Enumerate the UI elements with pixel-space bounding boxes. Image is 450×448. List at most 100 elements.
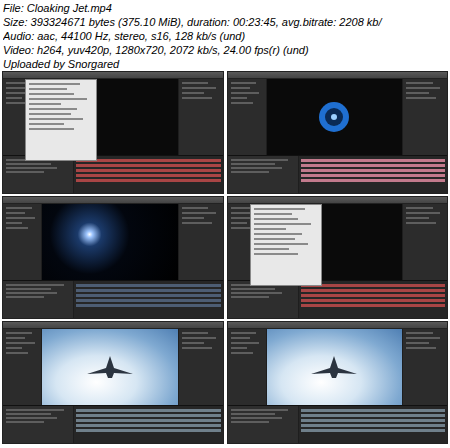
panel-line bbox=[406, 87, 440, 89]
track-bar bbox=[301, 284, 446, 287]
panel-line bbox=[6, 97, 22, 99]
panel-line bbox=[231, 347, 247, 349]
layer-line bbox=[231, 417, 282, 419]
menu-line bbox=[254, 238, 296, 240]
effects-panel bbox=[179, 204, 223, 280]
layer-line bbox=[231, 292, 282, 294]
track-bar bbox=[76, 409, 221, 412]
panel-line bbox=[231, 102, 253, 104]
layer-line bbox=[6, 413, 51, 415]
menu-line bbox=[254, 248, 289, 250]
workspace bbox=[228, 329, 448, 405]
info-line: Size: 393324671 bytes (375.10 MiB), dura… bbox=[3, 15, 447, 29]
menu-line bbox=[254, 218, 299, 220]
menu-line bbox=[29, 118, 83, 120]
panel-line bbox=[182, 207, 209, 209]
effects-panel bbox=[179, 79, 223, 155]
info-line: File: Cloaking Jet.mp4 bbox=[3, 1, 447, 15]
panel-line bbox=[182, 217, 205, 219]
layer-line bbox=[6, 409, 64, 411]
panel-line bbox=[406, 217, 429, 219]
workspace bbox=[3, 204, 223, 280]
panel-line bbox=[231, 212, 250, 214]
panel-line bbox=[231, 337, 250, 339]
layer-line bbox=[231, 171, 269, 173]
file-info: File: Cloaking Jet.mp4Size: 393324671 by… bbox=[0, 0, 450, 71]
track-bar bbox=[76, 294, 221, 297]
tracks bbox=[299, 281, 448, 318]
menu-line bbox=[254, 233, 302, 235]
panel-line bbox=[406, 212, 440, 214]
composition-viewer bbox=[42, 204, 178, 280]
menu-line bbox=[29, 93, 74, 95]
menu-line bbox=[29, 83, 80, 85]
menu-bar bbox=[228, 197, 448, 204]
panel-line bbox=[6, 352, 28, 354]
layer-list bbox=[3, 281, 73, 318]
track-bar bbox=[301, 169, 446, 172]
project-panel bbox=[3, 329, 41, 405]
layer-line bbox=[6, 417, 57, 419]
layer-line bbox=[231, 163, 276, 165]
track-bar bbox=[301, 409, 446, 412]
track-bar bbox=[76, 289, 221, 292]
jet-icon bbox=[85, 354, 135, 380]
layer-line bbox=[231, 413, 276, 415]
workspace bbox=[3, 329, 223, 405]
track-bar bbox=[76, 169, 221, 172]
panel-line bbox=[406, 92, 429, 94]
panel-line bbox=[6, 87, 25, 89]
dropdown-menu bbox=[25, 79, 97, 161]
track-bar bbox=[301, 414, 446, 417]
panel-line bbox=[406, 207, 433, 209]
panel-line bbox=[182, 97, 212, 99]
track-bar bbox=[76, 174, 221, 177]
panel-line bbox=[6, 337, 25, 339]
panel-line bbox=[6, 332, 32, 334]
track-bar bbox=[76, 414, 221, 417]
project-panel bbox=[228, 329, 266, 405]
track-bar bbox=[301, 429, 446, 432]
video-frame bbox=[2, 71, 224, 194]
track-bar bbox=[301, 424, 446, 427]
video-frame bbox=[227, 71, 449, 194]
layer-line bbox=[6, 288, 51, 290]
panel-line bbox=[231, 352, 253, 354]
menu-line bbox=[254, 208, 305, 210]
track-bar bbox=[301, 294, 446, 297]
track-bar bbox=[301, 159, 446, 162]
frame-grid bbox=[0, 71, 450, 444]
panel-line bbox=[182, 222, 212, 224]
track-bar bbox=[301, 179, 446, 182]
layer-list bbox=[228, 156, 298, 193]
track-bar bbox=[76, 164, 221, 167]
tracks bbox=[74, 156, 223, 193]
menu-line bbox=[254, 243, 308, 245]
contact-sheet: File: Cloaking Jet.mp4Size: 393324671 by… bbox=[0, 0, 450, 448]
menu-line bbox=[254, 213, 292, 215]
panel-line bbox=[182, 92, 205, 94]
track-bar bbox=[76, 429, 221, 432]
track-bar bbox=[301, 304, 446, 307]
tracks bbox=[74, 281, 223, 318]
composition-viewer bbox=[267, 79, 403, 155]
effects-panel bbox=[179, 329, 223, 405]
menu-line bbox=[254, 228, 286, 230]
panel-line bbox=[182, 87, 216, 89]
panel-line bbox=[406, 332, 433, 334]
panel-line bbox=[231, 332, 257, 334]
track-bar bbox=[76, 179, 221, 182]
effects-panel bbox=[403, 79, 447, 155]
timeline bbox=[3, 405, 223, 443]
jet-icon bbox=[309, 354, 359, 380]
timeline bbox=[228, 155, 448, 193]
panel-line bbox=[6, 222, 22, 224]
layer-line bbox=[231, 167, 282, 169]
panel-line bbox=[6, 342, 35, 344]
track-bar bbox=[301, 419, 446, 422]
track-bar bbox=[301, 164, 446, 167]
dropdown-menu bbox=[250, 204, 322, 286]
menu-line bbox=[29, 123, 64, 125]
layer-list bbox=[3, 156, 73, 193]
track-bar bbox=[76, 299, 221, 302]
